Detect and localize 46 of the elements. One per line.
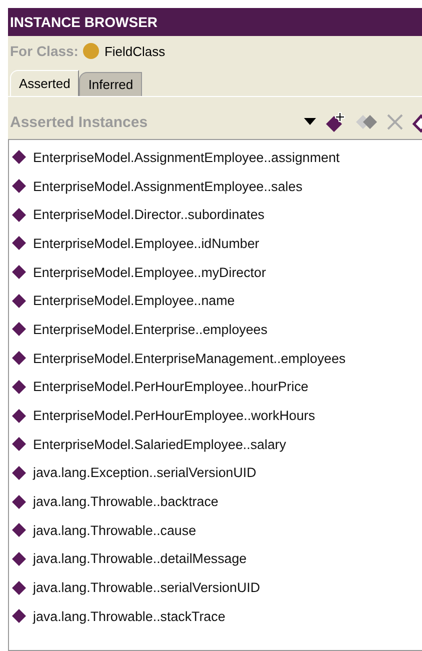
double-diamond-icon <box>356 114 378 130</box>
tab[interactable]: Inferred <box>79 72 142 96</box>
instance-item[interactable]: java.lang.Throwable..detailMessage <box>33 551 247 566</box>
instance-item[interactable]: java.lang.Throwable..backtrace <box>33 494 218 510</box>
instance-item[interactable]: EnterpriseModel.EnterpriseManagement..employees <box>33 350 346 366</box>
diamond-icon <box>11 378 27 395</box>
instance-item[interactable]: EnterpriseModel.PerHourEmployee..workHours <box>33 408 316 424</box>
toolbar-button[interactable] <box>325 111 347 133</box>
caret-icon <box>304 118 316 126</box>
diamond-plus-icon <box>325 111 347 133</box>
class-label: For Class: <box>10 43 78 59</box>
diamond-icon <box>11 149 27 166</box>
instance-item[interactable]: EnterpriseModel.AssignmentEmployee..assignment <box>33 150 340 165</box>
diamond-icon <box>11 494 27 510</box>
diamond-icon <box>11 178 27 194</box>
diamond-icon <box>11 206 27 223</box>
instance-item[interactable]: java.lang.Exception..serialVersionUID <box>33 465 256 480</box>
dropdown-button[interactable] <box>304 118 316 126</box>
instance-item[interactable]: EnterpriseModel.Enterprise..employees <box>33 322 268 337</box>
instance-item[interactable]: EnterpriseModel.SalariedEmployee..salary <box>33 436 286 452</box>
diamond-icon <box>11 408 27 424</box>
panel-title: INSTANCE BROWSER <box>10 14 158 30</box>
instance-item[interactable]: EnterpriseModel.Director..subordinates <box>33 207 264 222</box>
instance-item[interactable]: EnterpriseModel.Employee..idNumber <box>33 236 260 251</box>
close-icon <box>387 114 403 130</box>
diamond-icon <box>11 580 27 596</box>
diamond-icon <box>11 550 27 567</box>
instance-item[interactable]: EnterpriseModel.AssignmentEmployee..sales <box>33 178 302 194</box>
instance-item[interactable]: java.lang.Throwable..stackTrace <box>33 608 226 624</box>
tab[interactable]: Asserted <box>10 70 80 96</box>
diamond-icon <box>11 436 27 452</box>
diamond-icon <box>11 464 27 481</box>
diamond-icon <box>11 264 27 280</box>
diamond-icon <box>11 608 27 624</box>
diamond-icon <box>11 350 27 366</box>
class-name[interactable]: FieldClass <box>104 44 166 58</box>
instance-item[interactable]: EnterpriseModel.Employee..myDirector <box>33 264 266 280</box>
diamond-icon <box>11 235 27 252</box>
instance-item[interactable]: EnterpriseModel.PerHourEmployee..hourPrice <box>33 379 308 394</box>
instance-item[interactable]: java.lang.Throwable..serialVersionUID <box>33 580 260 596</box>
diamond-icon <box>11 321 27 338</box>
instance-item[interactable]: EnterpriseModel.Employee..name <box>33 293 235 308</box>
diamond-icon <box>11 522 27 538</box>
diamond-icon <box>11 292 27 309</box>
instance-item[interactable]: java.lang.Throwable..cause <box>33 522 196 538</box>
section-title: Asserted Instances <box>10 114 149 130</box>
